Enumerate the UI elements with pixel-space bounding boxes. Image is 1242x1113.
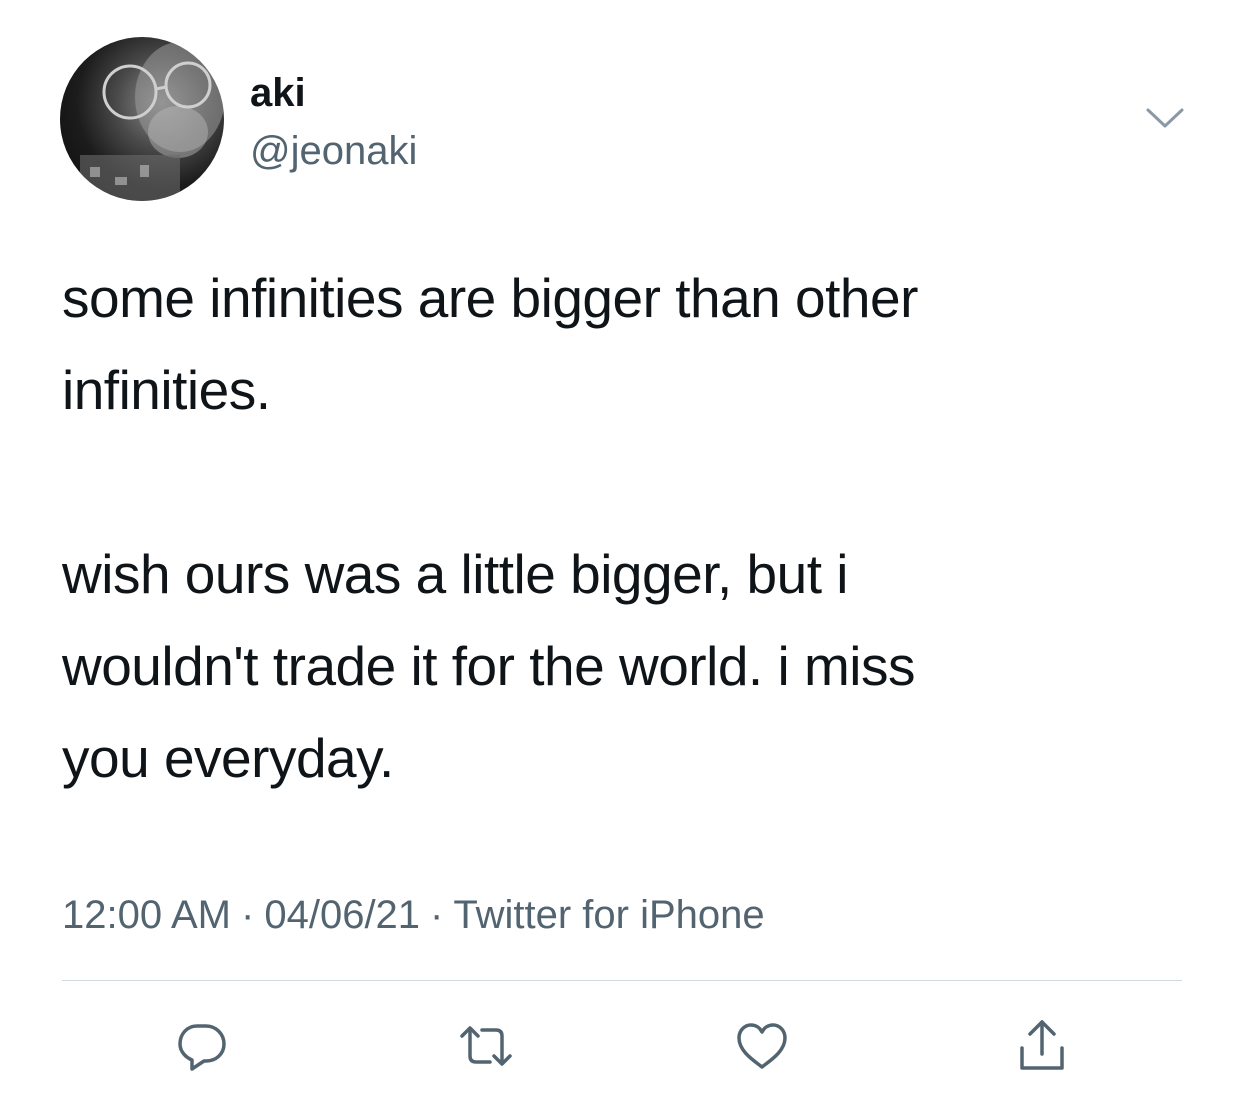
reply-button[interactable] bbox=[172, 1016, 232, 1076]
tweet-text-line: wish ours was a little bigger, but i bbox=[62, 543, 849, 605]
meta-separator: · bbox=[430, 893, 444, 937]
meta-separator: · bbox=[241, 893, 255, 937]
tweet-text-line: wouldn't trade it for the world. i miss bbox=[62, 635, 916, 697]
paragraph-break bbox=[62, 436, 1182, 528]
avatar-photo bbox=[80, 42, 224, 201]
tweet-date[interactable]: 04/06/21 bbox=[264, 893, 420, 937]
reply-icon bbox=[178, 1024, 226, 1071]
tweet-text-line: you everyday. bbox=[62, 727, 394, 789]
share-icon bbox=[1020, 1020, 1064, 1070]
tweet-meta: 12:00 AM · 04/06/21 · Twitter for iPhone bbox=[62, 890, 765, 940]
tweet-time[interactable]: 12:00 AM bbox=[62, 893, 231, 937]
divider bbox=[62, 980, 1182, 981]
tweet-text-line: some infinities are bigger than other bbox=[62, 267, 918, 329]
display-name[interactable]: aki bbox=[250, 70, 306, 116]
tweet-card: aki @jeonaki some infinities are bigger … bbox=[0, 0, 1242, 1113]
retweet-button[interactable] bbox=[456, 1016, 516, 1076]
user-handle[interactable]: @jeonaki bbox=[250, 128, 417, 174]
tweet-text: some infinities are bigger than other in… bbox=[62, 252, 1182, 804]
retweet-icon bbox=[460, 1026, 512, 1066]
chevron-down-icon[interactable] bbox=[1140, 100, 1190, 136]
avatar[interactable] bbox=[60, 37, 224, 201]
share-button[interactable] bbox=[1012, 1016, 1072, 1076]
like-icon bbox=[737, 1023, 787, 1069]
tweet-source[interactable]: Twitter for iPhone bbox=[453, 893, 764, 937]
like-button[interactable] bbox=[732, 1016, 792, 1076]
tweet-text-line: infinities. bbox=[62, 359, 271, 421]
